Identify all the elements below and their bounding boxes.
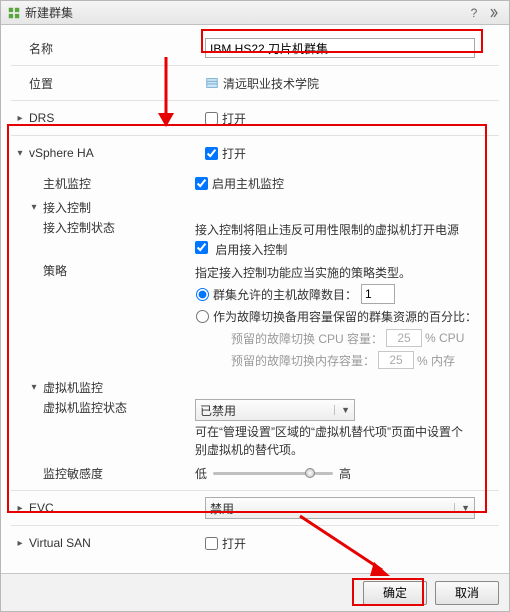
admission-head: 接入控制 — [39, 199, 205, 216]
location-label: 位置 — [25, 75, 205, 92]
location-value: 清远职业技术学院 — [223, 75, 319, 92]
vm-monitoring-head: 虚拟机监控 — [39, 379, 205, 396]
vm-monitoring-state-label: 虚拟机监控状态 — [15, 399, 195, 416]
reserve-cpu-input — [386, 329, 422, 347]
sensitivity-high: 高 — [339, 465, 351, 482]
host-monitoring-enable-label: 启用主机监控 — [212, 175, 284, 192]
sensitivity-slider[interactable] — [213, 466, 333, 480]
admission-enable-label: 启用接入控制 — [215, 243, 287, 257]
admission-state-label: 接入控制状态 — [15, 219, 195, 236]
name-label: 名称 — [25, 40, 205, 57]
host-failures-input[interactable] — [361, 284, 395, 304]
vm-monitoring-expander[interactable]: ▾ — [29, 382, 39, 393]
datacenter-icon — [205, 76, 219, 90]
reserve-cpu-label: 预留的故障切换 CPU 容量： — [231, 330, 383, 347]
reserve-mem-unit: % 内存 — [417, 352, 455, 369]
vm-monitoring-desc: 可在“管理设置”区域的“虚拟机替代项”页面中设置个别虚拟机的替代项。 — [195, 421, 465, 461]
help-button[interactable]: ? — [465, 5, 483, 21]
cluster-icon — [7, 6, 21, 20]
policy-radio1-label: 群集允许的主机故障数目： — [213, 286, 357, 303]
drs-checkbox[interactable] — [205, 112, 218, 125]
dialog-footer: 确定 取消 — [1, 573, 509, 611]
chevron-down-icon: ▼ — [454, 503, 470, 513]
vsan-checkbox[interactable] — [205, 537, 218, 550]
admission-expander[interactable]: ▾ — [29, 202, 39, 213]
policy-label: 策略 — [15, 262, 195, 279]
pin-button[interactable] — [485, 5, 503, 21]
vm-monitoring-dropdown[interactable]: 已禁用 ▼ — [195, 399, 355, 421]
evc-expander[interactable]: ▸ — [15, 503, 25, 514]
policy-radio-host-failures[interactable] — [196, 288, 209, 301]
reserve-mem-input — [378, 351, 414, 369]
drs-label: DRS — [25, 111, 205, 125]
evc-label: EVC — [25, 501, 205, 515]
ha-checkbox[interactable] — [205, 147, 218, 160]
host-monitoring-checkbox[interactable] — [195, 177, 208, 190]
policy-radio-percentage[interactable] — [196, 310, 209, 323]
evc-dropdown-value: 禁用 — [210, 500, 454, 517]
vsan-label: Virtual SAN — [25, 536, 205, 550]
titlebar: 新建群集 ? — [1, 1, 509, 25]
vsan-expander[interactable]: ▸ — [15, 538, 25, 549]
sensitivity-low: 低 — [195, 465, 207, 482]
ha-open-label: 打开 — [222, 145, 246, 162]
ok-button[interactable]: 确定 — [363, 581, 427, 605]
drs-open-label: 打开 — [222, 110, 246, 127]
evc-dropdown[interactable]: 禁用 ▼ — [205, 497, 475, 519]
admission-enable-checkbox[interactable] — [195, 241, 208, 254]
admission-desc: 接入控制将阻止违反可用性限制的虚拟机打开电源 — [195, 219, 459, 241]
sensitivity-label: 监控敏感度 — [15, 465, 195, 482]
window-title: 新建群集 — [25, 4, 463, 21]
drs-expander[interactable]: ▸ — [15, 113, 25, 124]
reserve-cpu-unit: % CPU — [425, 331, 464, 345]
host-monitoring-label: 主机监控 — [15, 175, 195, 192]
vm-monitoring-dropdown-value: 已禁用 — [200, 402, 334, 419]
cancel-button[interactable]: 取消 — [435, 581, 499, 605]
vsan-open-label: 打开 — [222, 535, 246, 552]
chevron-down-icon: ▼ — [334, 405, 350, 415]
name-input[interactable] — [205, 38, 475, 58]
ha-label: vSphere HA — [25, 146, 205, 160]
dialog-body: 名称 位置 清远职业技术学院 ▸ — [1, 25, 509, 573]
policy-radio2-label: 作为故障切换备用容量保留的群集资源的百分比： — [213, 308, 477, 325]
reserve-mem-label: 预留的故障切换内存容量： — [231, 352, 375, 369]
ha-expander[interactable]: ▾ — [15, 148, 25, 159]
policy-desc: 指定接入控制功能应当实施的策略类型。 — [195, 262, 411, 284]
